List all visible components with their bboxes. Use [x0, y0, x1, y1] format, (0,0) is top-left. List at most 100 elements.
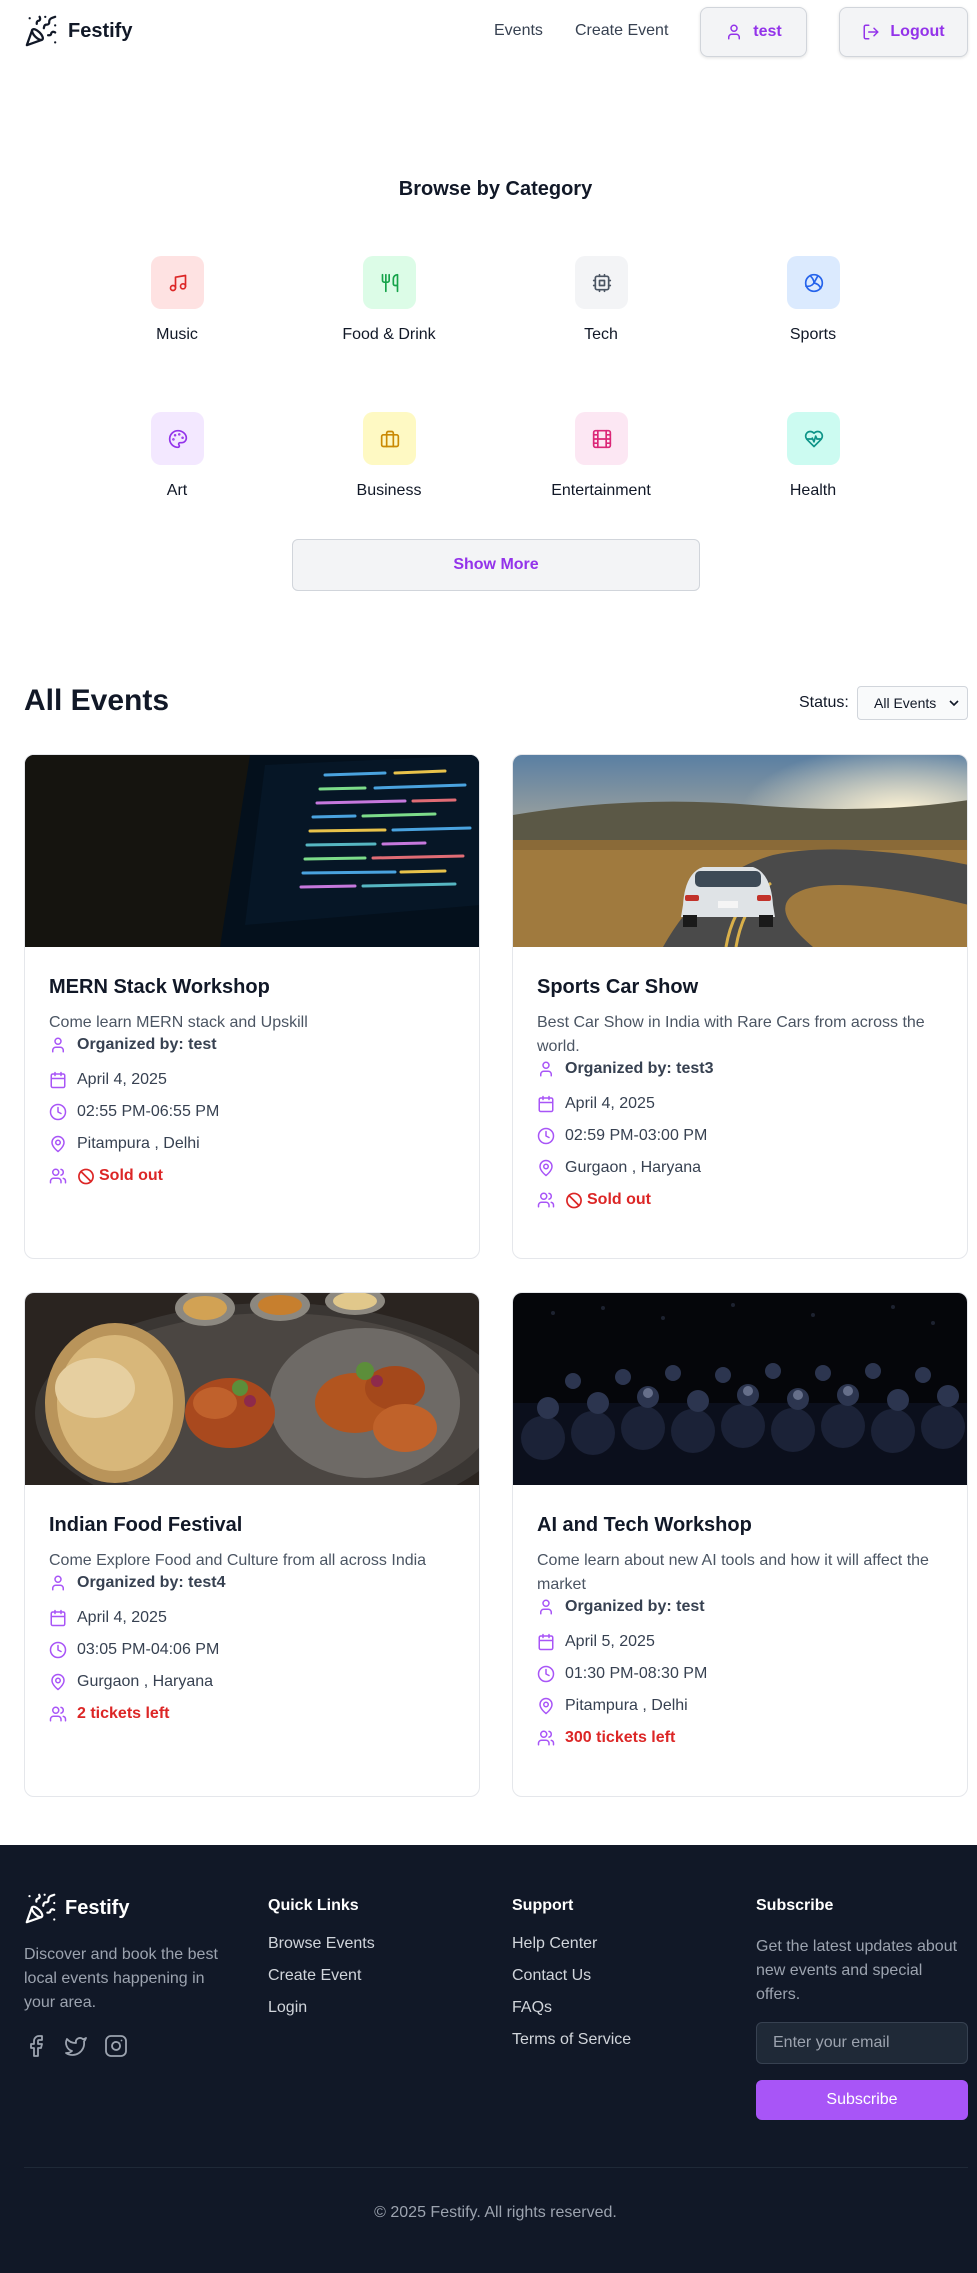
users-icon [49, 1706, 67, 1722]
event-title: AI and Tech Workshop [537, 1514, 752, 1536]
category-sports[interactable]: Sports [707, 256, 919, 376]
nav-create-event-link[interactable]: Create Event [575, 22, 668, 40]
event-availability: Sold out [537, 1191, 651, 1209]
film-icon [592, 429, 611, 448]
footer-link-contact-us[interactable]: Contact Us [512, 1967, 591, 1985]
footer-link-help-center[interactable]: Help Center [512, 1935, 597, 1953]
event-time: 02:59 PM-03:00 PM [537, 1127, 707, 1145]
twitter-link[interactable] [64, 2034, 88, 2058]
subscribe-button[interactable]: Subscribe [756, 2080, 968, 2120]
palette-icon [168, 429, 187, 448]
user-icon [540, 1599, 552, 1615]
twitter-icon [65, 2037, 87, 2056]
calendar-icon [50, 1609, 66, 1627]
sold-out-badge: Sold out [77, 1167, 163, 1185]
clock-icon [537, 1127, 555, 1145]
category-music[interactable]: Music [71, 256, 283, 376]
event-image [25, 755, 479, 947]
event-location: Gurgaon , Haryana [49, 1673, 213, 1691]
footer-link-login[interactable]: Login [268, 1999, 307, 2017]
category-icon-wrap [151, 256, 204, 309]
event-card-mern[interactable]: MERN Stack Workshop Come learn MERN stac… [24, 754, 480, 1259]
event-card-ai-tech[interactable]: AI and Tech Workshop Come learn about ne… [512, 1292, 968, 1797]
user-icon [728, 24, 741, 40]
footer-link-faqs[interactable]: FAQs [512, 1999, 552, 2017]
subscribe-email-input[interactable] [756, 2022, 968, 2064]
category-label: Tech [584, 326, 618, 343]
users-icon [537, 1730, 555, 1746]
nav-events-link[interactable]: Events [494, 22, 543, 40]
logout-button[interactable]: Logout [839, 7, 968, 57]
date-text: April 4, 2025 [565, 1095, 655, 1112]
organizer-text: Organized by: test3 [565, 1060, 714, 1077]
chevron-down-icon [949, 700, 959, 707]
user-icon [52, 1575, 64, 1591]
subscribe-heading: Subscribe [756, 1897, 834, 1914]
event-description: Come learn MERN stack and Upskill [49, 1014, 308, 1031]
event-card-sports-car[interactable]: Sports Car Show Best Car Show in India w… [512, 754, 968, 1259]
status-filter-select[interactable]: All Events [857, 686, 968, 720]
facebook-link[interactable] [24, 2034, 48, 2058]
event-date: April 5, 2025 [537, 1633, 655, 1651]
user-profile-button[interactable]: test [700, 7, 807, 57]
map-pin-icon [51, 1673, 65, 1691]
facebook-icon [30, 2035, 43, 2057]
brand-name: Festify [68, 19, 133, 42]
instagram-link[interactable] [104, 2034, 128, 2058]
location-text: Pitampura , Delhi [565, 1697, 688, 1714]
event-time: 02:55 PM-06:55 PM [49, 1103, 219, 1121]
cpu-icon [592, 273, 611, 292]
date-text: April 4, 2025 [77, 1071, 167, 1088]
show-more-button[interactable]: Show More [292, 539, 700, 591]
location-text: Pitampura , Delhi [77, 1135, 200, 1152]
site-footer: Festify Discover and book the best local… [0, 1845, 977, 2273]
map-pin-icon [539, 1697, 553, 1715]
status-filter-label: Status: [799, 694, 849, 711]
time-text: 03:05 PM-04:06 PM [77, 1641, 220, 1658]
event-availability: 300 tickets left [537, 1729, 675, 1747]
calendar-icon [50, 1071, 66, 1089]
brand-logo[interactable]: Festify [24, 14, 132, 48]
category-tech[interactable]: Tech [495, 256, 707, 376]
event-image [513, 1293, 967, 1485]
browse-category-heading: Browse by Category [398, 178, 593, 200]
availability-text: Sold out [99, 1167, 163, 1184]
volleyball-icon [804, 273, 823, 292]
event-location: Pitampura , Delhi [49, 1135, 200, 1153]
party-popper-icon [25, 15, 57, 47]
heart-pulse-icon [804, 430, 823, 447]
map-pin-icon [51, 1135, 65, 1153]
event-description: Come Explore Food and Culture from all a… [49, 1552, 427, 1569]
category-icon-wrap [363, 412, 416, 465]
event-time: 01:30 PM-08:30 PM [537, 1665, 707, 1683]
category-icon-wrap [787, 256, 840, 309]
event-card-indian-food[interactable]: Indian Food Festival Come Explore Food a… [24, 1292, 480, 1797]
sold-out-badge: Sold out [565, 1191, 651, 1209]
event-organizer: Organized by: test3 [537, 1060, 713, 1078]
event-title: MERN Stack Workshop [49, 976, 270, 998]
event-description: Best Car Show in India with Rare Cars fr… [537, 1014, 925, 1055]
category-food-drink[interactable]: Food & Drink [283, 256, 495, 376]
category-label: Food & Drink [342, 326, 436, 343]
category-business[interactable]: Business [283, 412, 495, 532]
category-health[interactable]: Health [707, 412, 919, 532]
ban-icon [566, 1192, 582, 1208]
users-icon [537, 1192, 555, 1208]
footer-link-create-event[interactable]: Create Event [268, 1967, 361, 1985]
event-image [513, 755, 967, 947]
clock-icon [537, 1665, 555, 1683]
subscribe-text: Get the latest updates about new events … [756, 1938, 958, 2003]
footer-link-terms[interactable]: Terms of Service [512, 2031, 631, 2049]
organizer-text: Organized by: test [565, 1598, 705, 1615]
footer-link-browse-events[interactable]: Browse Events [268, 1935, 375, 1953]
ban-icon [78, 1168, 94, 1184]
event-description: Come learn about new AI tools and how it… [537, 1552, 929, 1593]
party-popper-icon [25, 1893, 56, 1924]
footer-divider [24, 2167, 968, 2168]
map-pin-icon [539, 1159, 553, 1177]
event-location: Gurgaon , Haryana [537, 1159, 701, 1177]
category-entertainment[interactable]: Entertainment [495, 412, 707, 532]
footer-brand-logo[interactable]: Festify [24, 1892, 129, 1925]
category-label: Health [789, 482, 837, 499]
category-art[interactable]: Art [71, 412, 283, 532]
